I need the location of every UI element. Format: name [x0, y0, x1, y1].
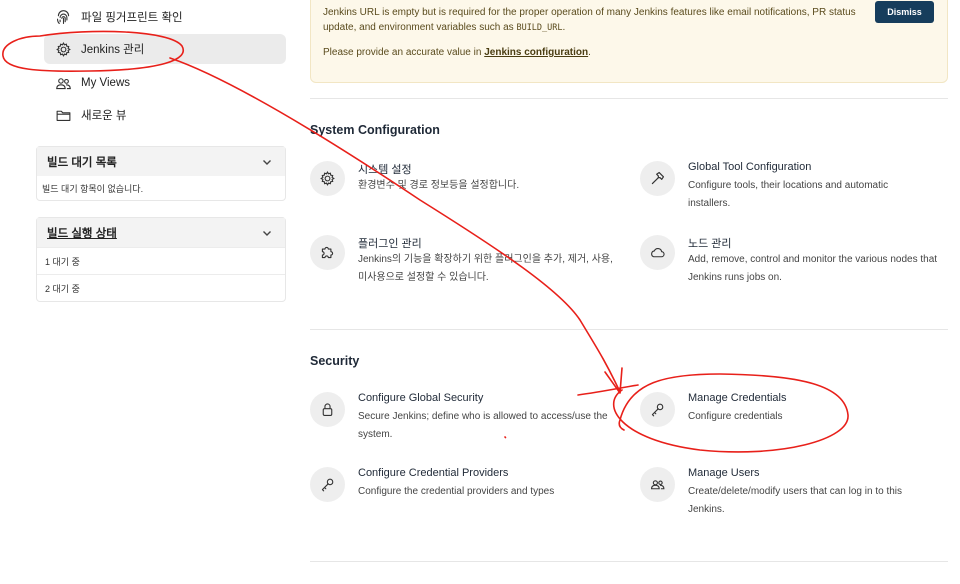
notice-text: Jenkins URL is empty but is required for…: [323, 7, 856, 33]
card-node-manager[interactable]: 노드 관리 Add, remove, control and monitor t…: [640, 235, 940, 295]
sidebar-item-label: Jenkins 관리: [81, 44, 145, 56]
build-queue-empty: 빌드 대기 항목이 없습니다.: [42, 183, 144, 194]
divider: [310, 329, 948, 330]
card-description: 환경변수 및 경로 정보등을 설정합니다.: [358, 180, 520, 191]
card-title: Manage Users: [688, 467, 760, 479]
card-title: Global Tool Configuration: [688, 161, 812, 173]
key-icon: [640, 392, 675, 427]
divider: [310, 561, 948, 562]
card-description: Configure credentials: [688, 411, 783, 422]
users-icon: [640, 467, 675, 502]
card-plugin-manager[interactable]: 플러그인 관리 Jenkins의 기능을 확장하기 위한 플러그인을 추가, 제…: [310, 235, 613, 295]
card-global-tool-configuration[interactable]: Global Tool Configuration Configure tool…: [640, 161, 940, 221]
card-configure-credential-providers[interactable]: Configure Credential Providers Configure…: [310, 467, 610, 527]
card-description: Create/delete/modify users that can log …: [688, 486, 903, 515]
section-title-security: Security: [310, 354, 360, 368]
card-title: 노드 관리: [688, 238, 732, 250]
sidebar-item-manage-jenkins[interactable]: Jenkins 관리: [44, 34, 286, 64]
card-title: Configure Credential Providers: [358, 467, 509, 479]
dismiss-button[interactable]: Dismiss: [875, 1, 934, 23]
sidebar: 파일 핑거프린트 확인 Jenkins 관리 My Views 새로운 뷰 빌드…: [0, 0, 296, 584]
cloud-icon: [640, 235, 675, 270]
build-queue-panel: 빌드 대기 목록 빌드 대기 항목이 없습니다.: [36, 146, 286, 201]
notice-text: .: [562, 22, 566, 33]
folder-icon: [53, 105, 73, 125]
gear-icon: [310, 161, 345, 196]
hammer-icon: [640, 161, 675, 196]
jenkins-url-notice: Jenkins URL is empty but is required for…: [310, 0, 948, 83]
build-queue-title: 빌드 대기 목록: [47, 156, 117, 169]
executor-row: 2 대기 중: [37, 274, 285, 301]
build-queue-header[interactable]: 빌드 대기 목록: [37, 147, 285, 176]
section-title-system: System Configuration: [310, 123, 440, 137]
sidebar-item-label: My Views: [81, 77, 130, 89]
notice-text: Please provide an accurate value in: [323, 47, 485, 58]
notice-message-2: Please provide an accurate value in Jenk…: [323, 47, 591, 58]
puzzle-icon: [310, 235, 345, 270]
chevron-down-icon: [263, 230, 271, 236]
key-icon: [310, 467, 345, 502]
jenkins-configuration-link[interactable]: Jenkins configuration: [484, 47, 588, 58]
card-configure-global-security[interactable]: Configure Global Security Secure Jenkins…: [310, 392, 610, 452]
card-description: Secure Jenkins; define who is allowed to…: [358, 411, 608, 440]
card-title: Manage Credentials: [688, 392, 787, 404]
card-description: Configure the credential providers and t…: [358, 486, 555, 497]
lock-icon: [310, 392, 345, 427]
card-title: 플러그인 관리: [358, 238, 422, 250]
executors-panel: 빌드 실행 상태 1 대기 중 2 대기 중: [36, 217, 286, 302]
card-title: 시스템 설정: [358, 164, 412, 176]
annotation-arrow-head: [604, 367, 623, 394]
card-system-settings[interactable]: 시스템 설정 환경변수 및 경로 정보등을 설정합니다.: [310, 161, 610, 221]
notice-code: BUILD_URL: [516, 23, 563, 33]
notice-text: .: [588, 47, 591, 58]
sidebar-item-fingerprint[interactable]: 파일 핑거프린트 확인: [44, 2, 286, 32]
people-icon: [53, 73, 73, 93]
card-manage-credentials[interactable]: Manage Credentials Configure credentials: [640, 392, 940, 452]
card-description: Jenkins의 기능을 확장하기 위한 플러그인을 추가, 제거, 사용, 미…: [358, 254, 613, 283]
card-manage-users[interactable]: Manage Users Create/delete/modify users …: [640, 467, 940, 527]
chevron-down-icon: [263, 159, 271, 165]
divider: [310, 98, 948, 99]
sidebar-item-label: 파일 핑거프린트 확인: [81, 12, 183, 24]
executors-title: 빌드 실행 상태: [47, 227, 117, 240]
card-title: Configure Global Security: [358, 392, 484, 404]
card-description: Configure tools, their locations and aut…: [688, 180, 889, 209]
sidebar-item-new-view[interactable]: 새로운 뷰: [44, 100, 286, 130]
card-description: Add, remove, control and monitor the var…: [688, 254, 938, 283]
sidebar-item-my-views[interactable]: My Views: [44, 68, 286, 98]
gear-icon: [53, 39, 73, 59]
sidebar-item-label: 새로운 뷰: [81, 110, 127, 122]
executors-header[interactable]: 빌드 실행 상태: [37, 218, 285, 247]
executor-row: 1 대기 중: [37, 247, 285, 274]
fingerprint-icon: [53, 7, 73, 27]
notice-message: Jenkins URL is empty but is required for…: [323, 5, 869, 36]
